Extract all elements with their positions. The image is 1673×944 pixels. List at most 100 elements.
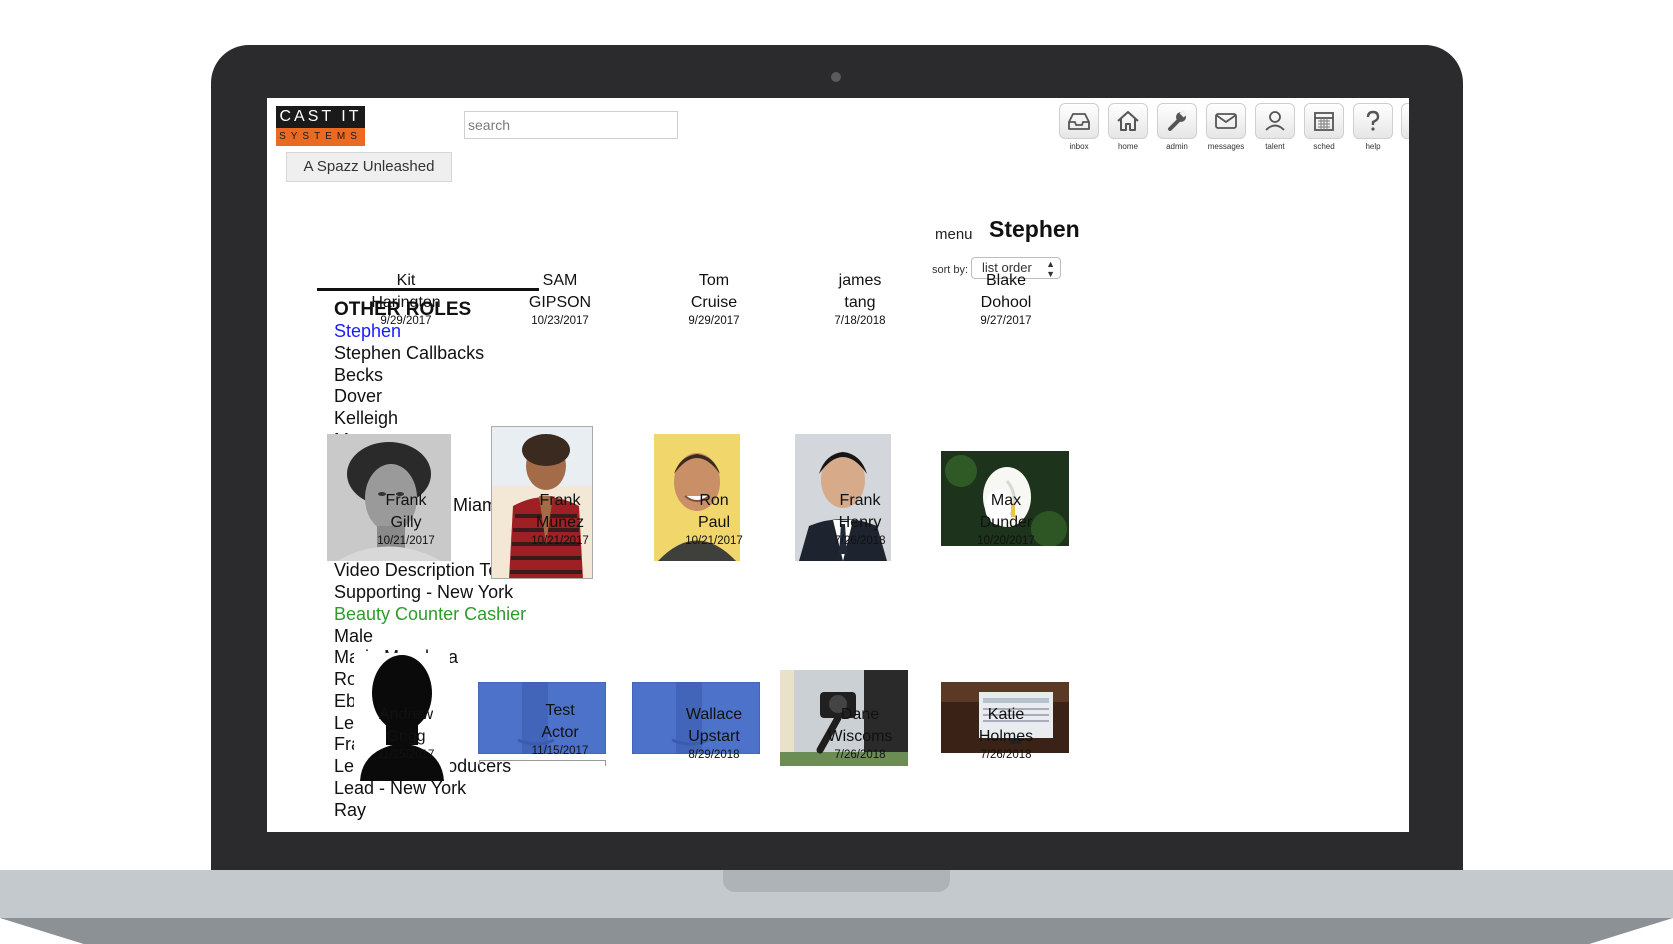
toolbar-label: inbox bbox=[1069, 142, 1089, 151]
talent-first-name: Blake bbox=[985, 272, 1027, 289]
talent-card[interactable]: james tang 7/18/2018 bbox=[782, 270, 938, 330]
talent-date: 7/26/2018 bbox=[980, 749, 1032, 761]
talent-date: 11/15/2017 bbox=[377, 749, 435, 761]
talent-first-name: Wallace bbox=[685, 706, 743, 723]
talent-card[interactable]: Test Actor 11/15/2017 bbox=[482, 700, 638, 760]
talent-first-name: Max bbox=[990, 492, 1022, 509]
talent-first-name: james bbox=[838, 272, 882, 289]
sidebar-role-item[interactable]: Dover bbox=[334, 386, 539, 408]
talent-first-name: Ron bbox=[699, 492, 729, 509]
talent-first-name: Frank bbox=[385, 492, 427, 509]
sidebar-role-item[interactable]: Male bbox=[334, 626, 539, 648]
talent-first-name: Frank bbox=[539, 492, 581, 509]
talent-card[interactable]: Kit Harington 9/29/2017 bbox=[328, 270, 484, 330]
camera-icon bbox=[831, 72, 841, 82]
talent-last-name: Harington bbox=[371, 293, 441, 311]
toolbar: inbox home admin messages talent sched h… bbox=[1058, 103, 1394, 151]
talent-date: 11/15/2017 bbox=[531, 745, 589, 757]
talent-photo-frame[interactable] bbox=[479, 760, 606, 766]
calendar-icon bbox=[1304, 103, 1344, 139]
talent-card[interactable]: SAM GIPSON 10/23/2017 bbox=[482, 270, 638, 330]
talent-date: 10/21/2017 bbox=[531, 535, 589, 547]
talent-last-name: GIPSON bbox=[528, 293, 592, 311]
talent-last-name: tang bbox=[844, 293, 876, 311]
toolbar-help-button[interactable]: help bbox=[1352, 103, 1394, 151]
sidebar-role-item[interactable]: Supporting - New York bbox=[334, 582, 539, 604]
logo-text-bottom: SYSTEMS bbox=[276, 128, 365, 146]
talent-last-name: Paul bbox=[697, 513, 731, 531]
talent-first-name: Andrew bbox=[378, 706, 434, 723]
talent-last-name: Holmes bbox=[978, 727, 1034, 745]
sidebar-role-item[interactable]: Becks bbox=[334, 365, 539, 387]
talent-date: 10/21/2017 bbox=[377, 535, 435, 547]
talent-card[interactable]: Ron Paul 10/21/2017 bbox=[636, 490, 792, 550]
toolbar-overflow-button[interactable] bbox=[1401, 103, 1409, 139]
talent-date: 9/29/2017 bbox=[380, 315, 432, 327]
talent-card[interactable]: Blake Dohool 9/27/2017 bbox=[928, 270, 1084, 330]
laptop-base-edge bbox=[0, 918, 1673, 944]
talent-first-name: Test bbox=[545, 702, 575, 719]
person-icon bbox=[1255, 103, 1295, 139]
toolbar-label: home bbox=[1117, 142, 1138, 151]
talent-card[interactable]: Tom Cruise 9/29/2017 bbox=[636, 270, 792, 330]
talent-date: 7/26/2018 bbox=[834, 749, 886, 761]
talent-last-name: Upstart bbox=[688, 727, 740, 745]
talent-date: 10/23/2017 bbox=[531, 315, 589, 327]
toolbar-label: talent bbox=[1265, 142, 1285, 151]
talent-last-name: Munez bbox=[535, 513, 585, 531]
sidebar-role-item[interactable]: Beauty Counter Cashier bbox=[334, 604, 539, 626]
inbox-icon bbox=[1059, 103, 1099, 139]
talent-last-name: Cruise bbox=[690, 293, 738, 311]
talent-date: 9/27/2017 bbox=[980, 315, 1032, 327]
talent-card[interactable]: Katie Holmes 7/26/2018 bbox=[928, 704, 1084, 764]
laptop-notch bbox=[723, 870, 950, 892]
page-title: Stephen bbox=[989, 216, 1080, 242]
talent-last-name: Gilly bbox=[390, 513, 422, 531]
project-button[interactable]: A Spazz Unleashed bbox=[286, 152, 452, 182]
talent-last-name: Dohool bbox=[980, 293, 1032, 311]
talent-card[interactable]: Max Dunder 10/20/2017 bbox=[928, 490, 1084, 550]
logo-text-top: CAST IT bbox=[276, 106, 365, 128]
talent-first-name: SAM bbox=[542, 272, 578, 289]
talent-first-name: Tom bbox=[698, 272, 730, 289]
toolbar-sched-button[interactable]: sched bbox=[1303, 103, 1345, 151]
toolbar-label: messages bbox=[1207, 142, 1245, 151]
talent-card[interactable]: Frank Munez 10/21/2017 bbox=[482, 490, 638, 550]
talent-first-name: Katie bbox=[987, 706, 1025, 723]
talent-last-name: Henry bbox=[838, 513, 882, 531]
talent-last-name: Wiscoms bbox=[827, 727, 893, 745]
toolbar-admin-button[interactable]: admin bbox=[1156, 103, 1198, 151]
sidebar-role-item[interactable]: Stephen Callbacks bbox=[334, 343, 539, 365]
talent-date: 8/29/2018 bbox=[688, 749, 740, 761]
talent-first-name: Kit bbox=[396, 272, 416, 289]
talent-last-name: Grigg bbox=[386, 727, 426, 745]
talent-first-name: Frank bbox=[839, 492, 881, 509]
question-icon bbox=[1353, 103, 1393, 139]
toolbar-messages-button[interactable]: messages bbox=[1205, 103, 1247, 151]
search-input[interactable] bbox=[464, 111, 678, 139]
menu-label[interactable]: menu bbox=[935, 226, 973, 243]
talent-card[interactable]: Frank Henry 7/26/2018 bbox=[782, 490, 938, 550]
toolbar-label: help bbox=[1365, 142, 1381, 151]
talent-last-name: Dunder bbox=[979, 513, 1033, 531]
talent-last-name: Actor bbox=[541, 723, 579, 741]
talent-card[interactable]: Dane Wiscoms 7/26/2018 bbox=[782, 704, 938, 764]
talent-card[interactable]: Frank Gilly 10/21/2017 bbox=[328, 490, 484, 550]
talent-date: 7/18/2018 bbox=[834, 315, 886, 327]
talent-date: 7/26/2018 bbox=[834, 535, 886, 547]
talent-card[interactable]: Wallace Upstart 8/29/2018 bbox=[636, 704, 792, 764]
talent-card[interactable]: Andrew Grigg 11/15/2017 bbox=[328, 704, 484, 764]
toolbar-talent-button[interactable]: talent bbox=[1254, 103, 1296, 151]
toolbar-inbox-button[interactable]: inbox bbox=[1058, 103, 1100, 151]
toolbar-home-button[interactable]: home bbox=[1107, 103, 1149, 151]
wrench-icon bbox=[1157, 103, 1197, 139]
app-logo[interactable]: CAST IT SYSTEMS bbox=[276, 106, 365, 146]
home-icon bbox=[1108, 103, 1148, 139]
sidebar-role-item[interactable]: Ray bbox=[334, 800, 539, 822]
talent-date: 10/21/2017 bbox=[685, 535, 743, 547]
talent-date: 9/29/2017 bbox=[688, 315, 740, 327]
app-screen: CAST IT SYSTEMS A Spazz Unleashed inbox … bbox=[267, 98, 1409, 832]
talent-date: 10/20/2017 bbox=[977, 535, 1035, 547]
toolbar-label: admin bbox=[1166, 142, 1188, 151]
toolbar-label: sched bbox=[1313, 142, 1335, 151]
